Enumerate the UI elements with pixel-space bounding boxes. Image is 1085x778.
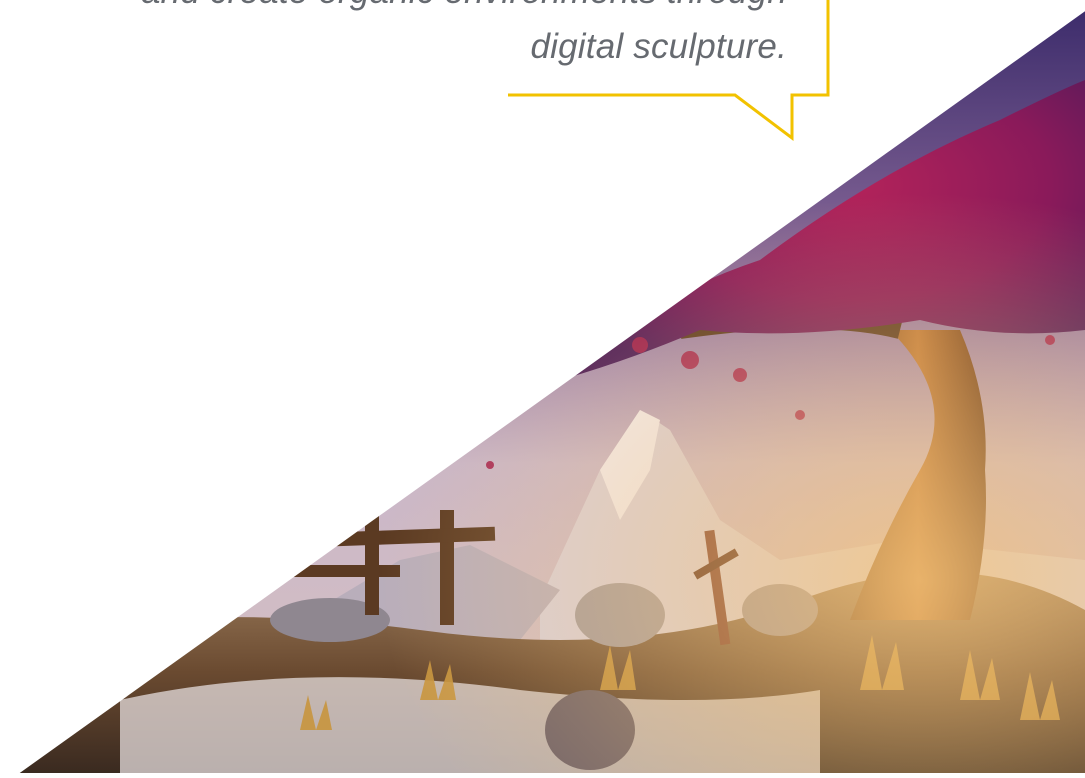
quote-line-2: digital sculpture. — [530, 27, 787, 66]
quote-line-1: and create organic environments through — [141, 0, 787, 12]
speech-bubble-outline — [508, 0, 830, 142]
speech-bubble: and create organic environments through … — [0, 0, 1085, 160]
